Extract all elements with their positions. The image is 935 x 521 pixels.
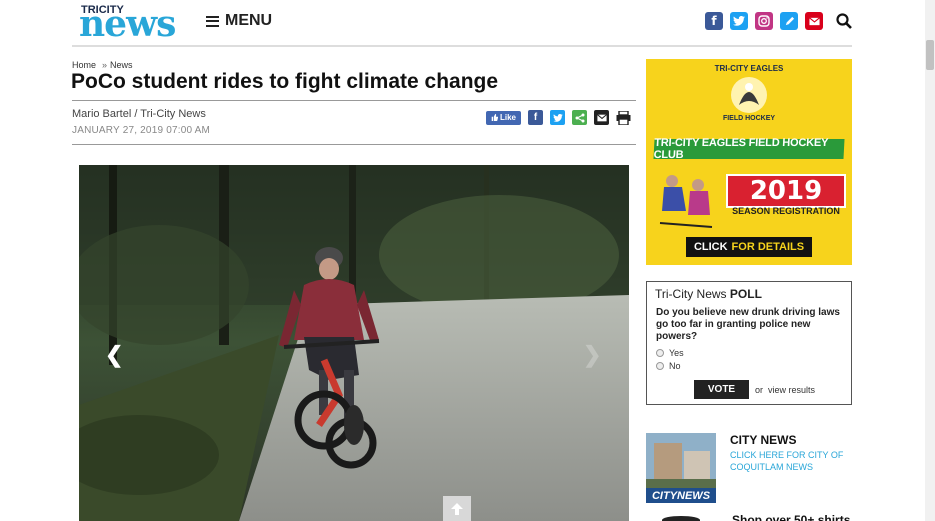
ad-year: 2019 (726, 174, 846, 208)
poll-option-yes[interactable]: Yes (656, 348, 684, 358)
ad-top-label: TRI-CITY EAGLES (714, 64, 784, 73)
title-divider (72, 100, 636, 101)
social-links: f (705, 12, 823, 30)
arrow-up-icon (451, 502, 463, 515)
poll-option-label: Yes (669, 348, 684, 358)
hamburger-icon (206, 15, 219, 27)
byline-divider (72, 144, 636, 145)
facebook-like-button[interactable]: Like (486, 110, 521, 125)
poll-heading-site: Tri-City News (655, 287, 727, 301)
share-icon[interactable] (572, 110, 587, 125)
facebook-icon[interactable]: f (705, 12, 723, 30)
instagram-icon[interactable] (755, 12, 773, 30)
carousel-prev-icon[interactable]: ❮ (105, 342, 123, 368)
scroll-top-button[interactable] (443, 496, 471, 521)
city-news-link[interactable]: CLICK HERE FOR CITY OF COQUITLAM NEWS (730, 449, 850, 473)
poll-option-label: No (669, 361, 681, 371)
thumbs-up-icon (491, 114, 498, 121)
search-icon[interactable] (836, 13, 852, 29)
radio-icon[interactable] (656, 362, 664, 370)
share-twitter-icon[interactable] (550, 110, 565, 125)
menu-label: MENU (225, 12, 273, 29)
ad-club-name: TRI-CITY EAGLES FIELD HOCKEY CLUB (653, 137, 845, 161)
poll-option-no[interactable]: No (656, 361, 681, 371)
breadcrumb: Home » News (72, 60, 133, 70)
shop-thumbnail[interactable] (662, 516, 700, 521)
players-illustration (659, 175, 713, 228)
ad-click-b: FOR DETAILS (731, 241, 805, 253)
print-icon[interactable] (616, 110, 631, 125)
ad-sub-label: FIELD HOCKEY (722, 115, 776, 122)
poll-heading: Tri-City News POLL (655, 287, 762, 301)
scrollbar-thumb[interactable] (926, 40, 934, 70)
scrollbar[interactable] (925, 0, 935, 521)
ad-season: SEASON REGISTRATION (732, 206, 840, 216)
header-divider (72, 45, 852, 47)
article-photo[interactable] (79, 165, 629, 521)
city-news-title[interactable]: CITY NEWS (730, 433, 796, 447)
poll-question: Do you believe new drunk driving laws go… (656, 307, 840, 342)
city-news-image-label: CITYNEWS (646, 488, 716, 503)
shop-promo-text[interactable]: Shop over 50+ shirts (732, 513, 850, 521)
email-icon[interactable] (805, 12, 823, 30)
article-date: JANUARY 27, 2019 07:00 AM (72, 125, 211, 136)
eagle-logo-icon (731, 77, 767, 113)
breadcrumb-home[interactable]: Home (72, 60, 96, 70)
share-bar: Like f (486, 110, 631, 125)
city-news-image[interactable]: CITYNEWS (646, 433, 716, 503)
ad-click-a: CLICK (693, 241, 728, 253)
ad-click-button[interactable]: CLICK FOR DETAILS (686, 237, 812, 257)
radio-icon[interactable] (656, 349, 664, 357)
poll-heading-label: POLL (729, 287, 762, 301)
breadcrumb-separator-icon: » (102, 60, 108, 70)
poll-results: or view results (755, 385, 815, 395)
share-facebook-icon[interactable]: f (528, 110, 543, 125)
view-results-link[interactable]: view results (768, 385, 815, 395)
breadcrumb-news[interactable]: News (110, 60, 133, 70)
edit-icon[interactable] (780, 12, 798, 30)
article-byline: Mario Bartel / Tri-City News (72, 108, 206, 120)
page: TRICITY news MENU f Home » News PoCo stude… (0, 0, 935, 521)
carousel-next-icon[interactable]: ❯ (583, 342, 601, 368)
like-label: Like (499, 113, 516, 122)
site-logo[interactable]: TRICITY news (79, 4, 189, 42)
article-title: PoCo student rides to fight climate chan… (71, 70, 499, 93)
poll-or-text: or (755, 385, 764, 395)
share-email-icon[interactable] (594, 110, 609, 125)
twitter-icon[interactable] (730, 12, 748, 30)
ad-banner[interactable]: TRI-CITY EAGLES FIELD HOCKEY TRI-CITY EA… (646, 59, 852, 265)
menu-button[interactable]: MENU (206, 12, 272, 30)
logo-news: news (79, 3, 176, 45)
vote-button[interactable]: VOTE (694, 380, 749, 399)
poll-widget: Tri-City News POLL Do you believe new dr… (646, 281, 852, 405)
